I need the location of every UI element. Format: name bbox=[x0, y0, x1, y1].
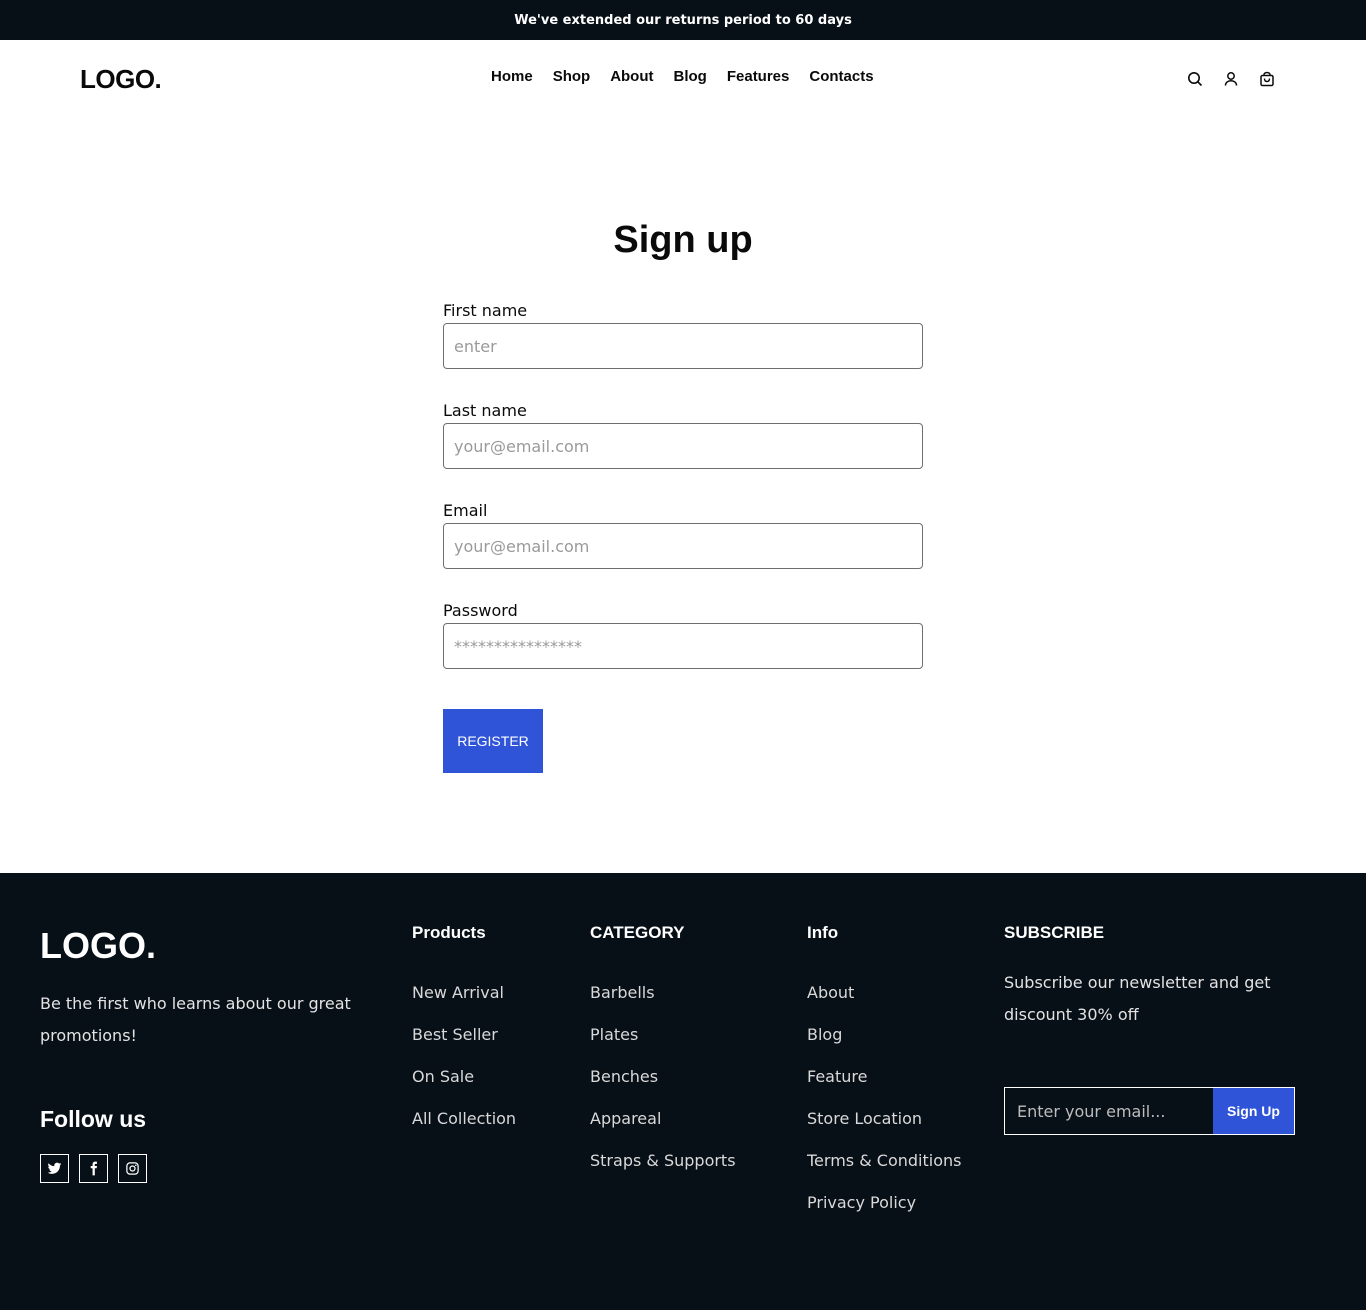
footer-link-new-arrival[interactable]: New Arrival bbox=[412, 983, 516, 1025]
footer-link-on-sale[interactable]: On Sale bbox=[412, 1067, 516, 1109]
footer-products-column: Products New Arrival Best Seller On Sale… bbox=[412, 923, 516, 1151]
password-input[interactable] bbox=[443, 623, 923, 669]
first-name-field-group: First name bbox=[443, 300, 923, 400]
newsletter-signup-button[interactable]: Sign Up bbox=[1213, 1088, 1294, 1134]
footer-tagline: Be the first who learns about our great … bbox=[40, 994, 351, 1045]
footer-info-column: Info About Blog Feature Store Location T… bbox=[807, 923, 961, 1235]
footer-link-benches[interactable]: Benches bbox=[590, 1067, 736, 1109]
header-icons bbox=[1186, 70, 1276, 88]
subscribe-title: SUBSCRIBE bbox=[1004, 923, 1105, 942]
last-name-field-group: Last name bbox=[443, 400, 923, 500]
newsletter-email-input[interactable] bbox=[1005, 1088, 1213, 1134]
nav-features[interactable]: Features bbox=[727, 68, 790, 85]
first-name-label: First name bbox=[443, 301, 528, 320]
announcement-bar: We've extended our returns period to 60 … bbox=[0, 0, 1366, 40]
page-title: Sign up bbox=[613, 219, 753, 261]
footer-category-column: CATEGORY Barbells Plates Benches Apparea… bbox=[590, 923, 736, 1193]
password-field-group: Password bbox=[443, 600, 923, 700]
cart-icon[interactable] bbox=[1258, 70, 1276, 88]
nav-home[interactable]: Home bbox=[491, 68, 533, 85]
facebook-icon[interactable] bbox=[79, 1154, 108, 1183]
footer-link-barbells[interactable]: Barbells bbox=[590, 983, 736, 1025]
main-nav: Home Shop About Blog Features Contacts bbox=[491, 68, 874, 85]
email-label: Email bbox=[443, 501, 488, 520]
category-title: CATEGORY bbox=[590, 923, 685, 942]
footer-link-straps-supports[interactable]: Straps & Supports bbox=[590, 1151, 736, 1193]
last-name-input[interactable] bbox=[443, 423, 923, 469]
twitter-icon[interactable] bbox=[40, 1154, 69, 1183]
nav-blog[interactable]: Blog bbox=[674, 68, 707, 85]
logo[interactable]: LOGO. bbox=[80, 64, 162, 95]
user-icon[interactable] bbox=[1222, 70, 1240, 88]
password-label: Password bbox=[443, 601, 518, 620]
last-name-label: Last name bbox=[443, 401, 527, 420]
register-button[interactable]: REGISTER bbox=[443, 709, 543, 773]
announcement-text: We've extended our returns period to 60 … bbox=[514, 12, 852, 28]
site-footer: LOGO. Be the first who learns about our … bbox=[0, 873, 1366, 1310]
site-header: LOGO. Home Shop About Blog Features Cont… bbox=[0, 40, 1366, 120]
footer-link-best-seller[interactable]: Best Seller bbox=[412, 1025, 516, 1067]
signup-form: First name Last name Email Password bbox=[443, 300, 923, 700]
products-title: Products bbox=[412, 923, 486, 942]
nav-shop[interactable]: Shop bbox=[553, 68, 591, 85]
subscribe-text: Subscribe our newsletter and get discoun… bbox=[1004, 973, 1271, 1024]
footer-link-plates[interactable]: Plates bbox=[590, 1025, 736, 1067]
email-input[interactable] bbox=[443, 523, 923, 569]
first-name-input[interactable] bbox=[443, 323, 923, 369]
footer-link-appareal[interactable]: Appareal bbox=[590, 1109, 736, 1151]
social-links bbox=[40, 1154, 147, 1183]
footer-link-feature[interactable]: Feature bbox=[807, 1067, 961, 1109]
info-title: Info bbox=[807, 923, 839, 942]
follow-us-title: Follow us bbox=[40, 1106, 147, 1132]
footer-link-about[interactable]: About bbox=[807, 983, 961, 1025]
footer-subscribe-column: SUBSCRIBE Subscribe our newsletter and g… bbox=[1004, 923, 1334, 1031]
footer-link-privacy[interactable]: Privacy Policy bbox=[807, 1193, 961, 1235]
footer-logo[interactable]: LOGO. bbox=[40, 925, 156, 967]
nav-about[interactable]: About bbox=[610, 68, 653, 85]
newsletter-form: Sign Up bbox=[1004, 1087, 1295, 1135]
instagram-icon[interactable] bbox=[118, 1154, 147, 1183]
search-icon[interactable] bbox=[1186, 70, 1204, 88]
footer-link-blog[interactable]: Blog bbox=[807, 1025, 961, 1067]
nav-contacts[interactable]: Contacts bbox=[809, 68, 873, 85]
email-field-group: Email bbox=[443, 500, 923, 600]
footer-link-all-collection[interactable]: All Collection bbox=[412, 1109, 516, 1151]
footer-link-store-location[interactable]: Store Location bbox=[807, 1109, 961, 1151]
footer-link-terms[interactable]: Terms & Conditions bbox=[807, 1151, 961, 1193]
